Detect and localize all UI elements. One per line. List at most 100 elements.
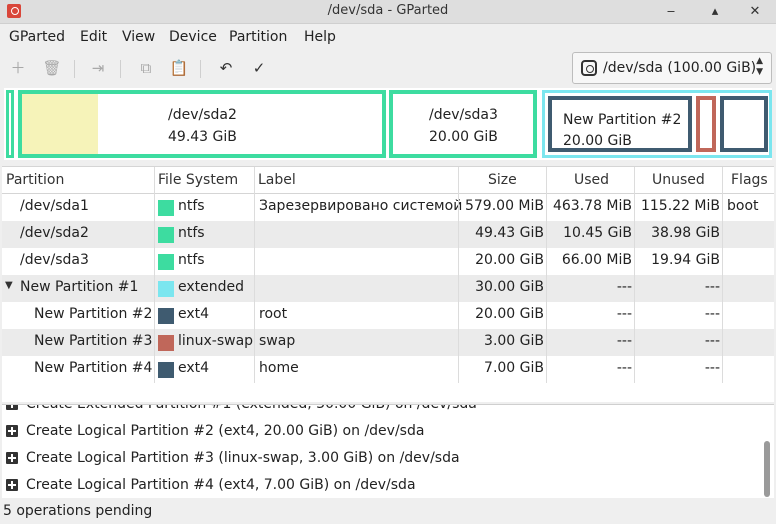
- partition-size: 7.00 GiB: [484, 360, 544, 376]
- map-block-sda1[interactable]: [6, 90, 14, 158]
- table-row[interactable]: New Partition #2 ext4 root 20.00 GiB --- ---: [2, 302, 774, 329]
- map-block-size: 20.00 GiB: [563, 133, 632, 149]
- title-bar: /dev/sda - GParted ‒ ▴ ✕: [0, 0, 776, 24]
- disk-icon: [581, 60, 597, 76]
- filesystem-type: ntfs: [178, 198, 205, 214]
- partition-unused: 38.98 GiB: [651, 225, 720, 241]
- col-unused[interactable]: Unused: [652, 172, 705, 188]
- window-title: /dev/sda - GParted: [327, 3, 449, 18]
- partition-map: /dev/sda2 49.43 GiB /dev/sda3 20.00 GiB …: [4, 88, 772, 160]
- partition-unused: ---: [704, 279, 720, 295]
- partition-size: 579.00 MiB: [464, 198, 544, 214]
- operation-item[interactable]: Create Extended Partition #1 (extended, …: [2, 404, 762, 419]
- map-block-sda3[interactable]: /dev/sda3 20.00 GiB: [389, 90, 537, 158]
- partition-name: New Partition #1: [20, 279, 139, 295]
- paste-icon[interactable]: 📋: [168, 57, 190, 79]
- col-size[interactable]: Size: [488, 172, 517, 188]
- filesystem-color-swatch: [158, 227, 174, 243]
- partition-size: 20.00 GiB: [475, 252, 544, 268]
- col-flags[interactable]: Flags: [731, 172, 768, 188]
- operation-item[interactable]: Create Logical Partition #4 (ext4, 7.00 …: [2, 473, 762, 498]
- device-label: /dev/sda (100.00 GiB): [603, 60, 757, 76]
- map-block-sda2[interactable]: /dev/sda2 49.43 GiB: [18, 90, 386, 158]
- map-block-size: 49.43 GiB: [168, 129, 237, 145]
- column-divider: [154, 167, 155, 383]
- partition-used: ---: [616, 279, 632, 295]
- partition-unused: ---: [704, 333, 720, 349]
- operation-text: Create Logical Partition #4 (ext4, 7.00 …: [26, 477, 416, 493]
- pending-operations-list[interactable]: Create Extended Partition #1 (extended, …: [2, 404, 774, 498]
- create-partition-icon: [6, 405, 18, 410]
- partition-name: /dev/sda1: [20, 198, 89, 214]
- map-block-new4[interactable]: [720, 96, 768, 152]
- new-icon[interactable]: ＋: [7, 57, 29, 79]
- table-header: Partition File System Label Size Used Un…: [2, 167, 774, 194]
- partition-label: swap: [259, 333, 296, 349]
- apply-icon[interactable]: ✓: [248, 57, 270, 79]
- partition-used: 66.00 MiB: [561, 252, 632, 268]
- filesystem-type: linux-swap: [178, 333, 254, 349]
- partition-size: 49.43 GiB: [475, 225, 544, 241]
- resize-move-icon[interactable]: ⇥: [87, 57, 109, 79]
- map-block-new3[interactable]: [696, 96, 716, 152]
- map-block-size: 20.00 GiB: [429, 129, 498, 145]
- table-row[interactable]: New Partition #4 ext4 home 7.00 GiB --- ---: [2, 356, 774, 383]
- partition-table: Partition File System Label Size Used Un…: [2, 166, 774, 402]
- delete-icon[interactable]: 🗑: [41, 57, 63, 79]
- menu-view[interactable]: View: [122, 29, 155, 45]
- operation-item[interactable]: Create Logical Partition #3 (linux-swap,…: [2, 446, 762, 473]
- menu-partition[interactable]: Partition: [229, 29, 287, 45]
- status-bar: 5 operations pending: [0, 499, 776, 524]
- operation-item[interactable]: Create Logical Partition #2 (ext4, 20.00…: [2, 419, 762, 446]
- partition-name: New Partition #4: [34, 360, 153, 376]
- col-filesystem[interactable]: File System: [158, 172, 238, 188]
- column-divider: [722, 167, 723, 383]
- device-selector[interactable]: /dev/sda (100.00 GiB) ▲ ▼: [572, 52, 772, 84]
- partition-used: ---: [616, 306, 632, 322]
- minimize-button[interactable]: ‒: [662, 3, 680, 21]
- maximize-button[interactable]: ▴: [706, 3, 724, 21]
- menu-edit[interactable]: Edit: [80, 29, 107, 45]
- filesystem-color-swatch: [158, 335, 174, 351]
- filesystem-type: ntfs: [178, 225, 205, 241]
- create-partition-icon: [6, 452, 18, 464]
- partition-used: 463.78 MiB: [552, 198, 632, 214]
- partition-used: ---: [616, 360, 632, 376]
- table-row[interactable]: /dev/sda2 ntfs 49.43 GiB 10.45 GiB 38.98 GiB: [2, 221, 774, 248]
- partition-used: 10.45 GiB: [563, 225, 632, 241]
- menu-device[interactable]: Device: [169, 29, 217, 45]
- partition-size: 30.00 GiB: [475, 279, 544, 295]
- operations-scrollbar[interactable]: [762, 405, 772, 498]
- partition-unused: 19.94 GiB: [651, 252, 720, 268]
- operation-text: Create Logical Partition #3 (linux-swap,…: [26, 450, 460, 466]
- table-row[interactable]: /dev/sda3 ntfs 20.00 GiB 66.00 MiB 19.94 GiB: [2, 248, 774, 275]
- col-label[interactable]: Label: [258, 172, 296, 188]
- toolbar-separator: [120, 60, 121, 78]
- table-row[interactable]: /dev/sda1 ntfs Зарезервировано системой 579…: [2, 194, 774, 221]
- menu-help[interactable]: Help: [304, 29, 336, 45]
- filesystem-color-swatch: [158, 362, 174, 378]
- operation-text: Create Logical Partition #2 (ext4, 20.00…: [26, 423, 425, 439]
- undo-icon[interactable]: ↶: [215, 57, 237, 79]
- table-row[interactable]: New Partition #3 linux-swap swap 3.00 GiB --…: [2, 329, 774, 356]
- scrollbar-thumb[interactable]: [764, 441, 770, 497]
- col-partition[interactable]: Partition: [6, 172, 64, 188]
- copy-icon[interactable]: ⧉: [135, 57, 157, 79]
- operation-text: Create Extended Partition #1 (extended, …: [26, 404, 477, 412]
- map-block-name: New Partition #2: [563, 112, 682, 128]
- map-block-extended[interactable]: New Partition #2 20.00 GiB: [542, 90, 772, 158]
- column-divider: [458, 167, 459, 383]
- partition-name: /dev/sda2: [20, 225, 89, 241]
- table-row[interactable]: ▼ New Partition #1 extended 30.00 GiB --- ---: [2, 275, 774, 302]
- col-used[interactable]: Used: [574, 172, 609, 188]
- filesystem-type: ntfs: [178, 252, 205, 268]
- menu-gparted[interactable]: GParted: [9, 29, 65, 45]
- close-button[interactable]: ✕: [746, 3, 764, 21]
- column-divider: [254, 167, 255, 383]
- map-block-name: /dev/sda3: [429, 107, 498, 123]
- map-block-new2[interactable]: New Partition #2 20.00 GiB: [548, 96, 692, 152]
- partition-label: root: [259, 306, 288, 322]
- partition-name: New Partition #2: [34, 306, 153, 322]
- filesystem-color-swatch: [158, 281, 174, 297]
- expander-arrow-icon[interactable]: ▼: [5, 280, 13, 291]
